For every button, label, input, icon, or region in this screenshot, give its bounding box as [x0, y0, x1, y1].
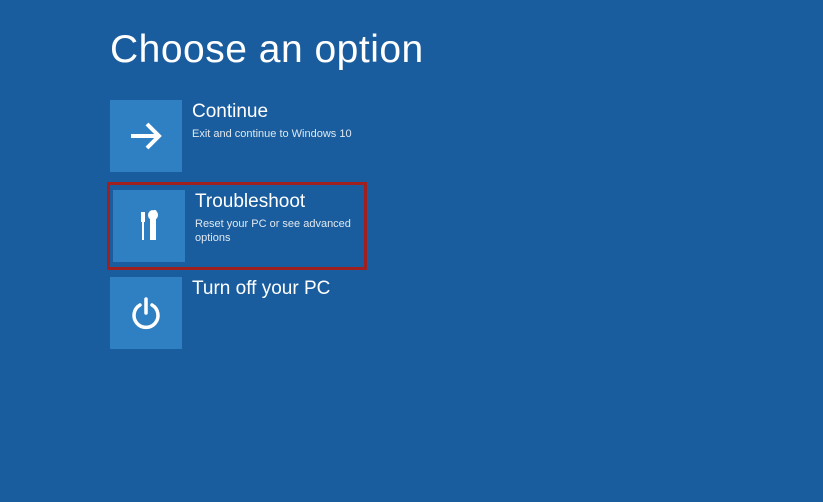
tools-icon — [113, 190, 185, 262]
arrow-right-icon — [110, 100, 182, 172]
continue-desc: Exit and continue to Windows 10 — [192, 127, 352, 141]
troubleshoot-option[interactable]: Troubleshoot Reset your PC or see advanc… — [107, 182, 367, 270]
turnoff-option[interactable]: Turn off your PC — [110, 277, 370, 349]
page-title: Choose an option — [110, 28, 823, 72]
continue-title: Continue — [192, 100, 352, 125]
troubleshoot-desc: Reset your PC or see advanced options — [195, 217, 359, 246]
troubleshoot-title: Troubleshoot — [195, 190, 359, 215]
continue-option[interactable]: Continue Exit and continue to Windows 10 — [110, 100, 370, 172]
turnoff-title: Turn off your PC — [192, 277, 330, 302]
power-icon — [110, 277, 182, 349]
